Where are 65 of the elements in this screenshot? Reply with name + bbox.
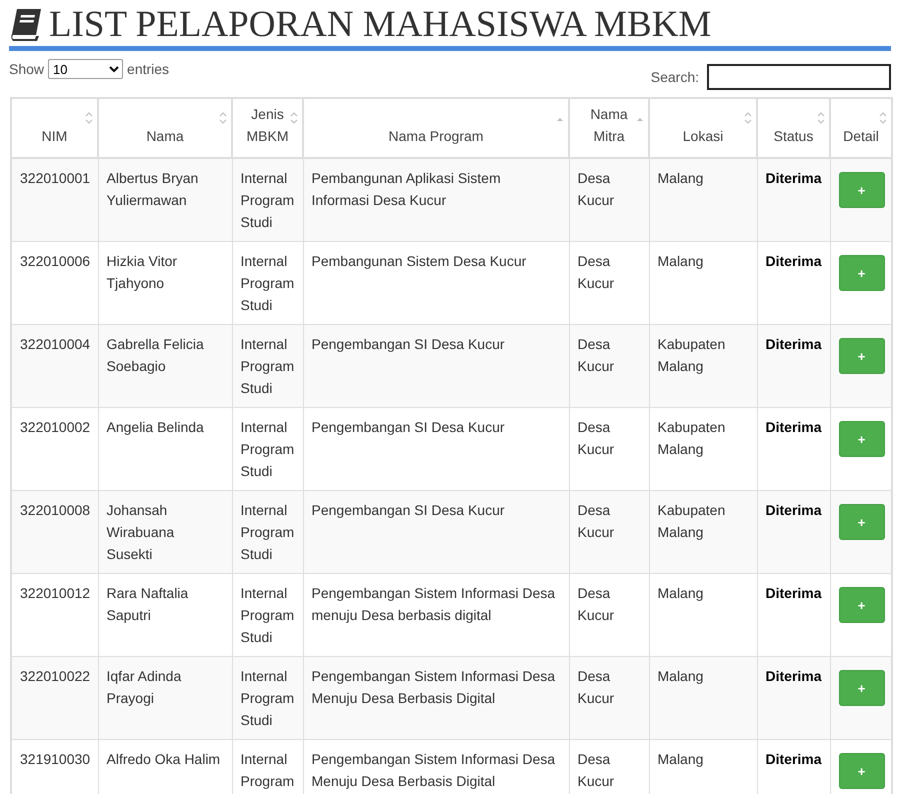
program-cell: Pengembangan SI Desa Kucur <box>303 324 569 408</box>
search-field[interactable] <box>707 64 891 90</box>
name-cell: Gabrella Felicia Soebagio <box>98 324 232 408</box>
nim-cell: 321910030 <box>11 740 98 794</box>
name-cell: Iqfar Adinda Prayogi <box>98 656 232 740</box>
partner-cell: Desa Kucur <box>569 740 649 794</box>
location-cell: Kabupaten Malang <box>649 408 757 490</box>
name-cell: Johansah Wirabuana Susekti <box>98 490 232 574</box>
type-cell: Internal Program Studi <box>232 324 303 408</box>
show-label: Show <box>9 61 44 77</box>
program-cell: Pembangunan Sistem Desa Kucur <box>303 242 569 324</box>
status-cell: Diterima <box>757 574 830 656</box>
program-cell: Pengembangan SI Desa Kucur <box>303 408 569 490</box>
partner-cell: Desa Kucur <box>569 408 649 490</box>
location-cell: Malang <box>649 158 757 242</box>
status-cell: Diterima <box>757 408 830 490</box>
partner-cell: Desa Kucur <box>569 324 649 408</box>
partner-cell: Desa Kucur <box>569 242 649 324</box>
name-cell: Alfredo Oka Halim <box>98 740 232 794</box>
nim-cell: 322010008 <box>11 490 98 574</box>
name-cell: Albertus Bryan Yuliermawan <box>98 158 232 242</box>
nim-cell: 322010022 <box>11 656 98 740</box>
program-cell: Pengembangan SI Desa Kucur <box>303 490 569 574</box>
column-header[interactable]: Nama Program <box>303 98 569 158</box>
status-cell: Diterima <box>757 158 830 242</box>
location-cell: Malang <box>649 740 757 794</box>
type-cell: Internal Program Studi <box>232 656 303 740</box>
page-title: LIST PELAPORAN MAHASISWA MBKM <box>49 2 712 46</box>
name-cell: Angelia Belinda <box>98 408 232 490</box>
partner-cell: Desa Kucur <box>569 490 649 574</box>
entries-select[interactable]: 10 <box>48 59 124 79</box>
program-cell: Pengembangan Sistem Informasi Desa Menuju Desa Berbasis Digital <box>303 656 569 740</box>
program-cell: Pembangunan Aplikasi Sistem Informasi Desa Kucur <box>303 158 569 242</box>
type-cell: Internal Program Studi <box>232 242 303 324</box>
type-cell: Internal Program Studi <box>232 574 303 656</box>
search-label: Search: <box>650 69 699 85</box>
status-cell: Diterima <box>757 490 830 574</box>
status-cell: Diterima <box>757 740 830 794</box>
nim-cell: 322010001 <box>11 158 98 242</box>
nim-cell: 322010006 <box>11 242 98 324</box>
type-cell: Internal Program Studi <box>232 408 303 490</box>
status-cell: Diterima <box>757 242 830 324</box>
program-cell: Pengembangan Sistem Informasi Desa menuju Desa berbasis digital <box>303 574 569 656</box>
status-cell: Diterima <box>757 324 830 408</box>
status-cell: Diterima <box>757 656 830 740</box>
name-cell: Hizkia Vitor Tjahyono <box>98 242 232 324</box>
column-header[interactable]: NIM <box>11 98 98 158</box>
type-cell: Internal Program Studi <box>232 490 303 574</box>
type-cell: Internal Program <box>232 740 303 794</box>
name-cell: Rara Naftalia Saputri <box>98 574 232 656</box>
nim-cell: 322010012 <box>11 574 98 656</box>
location-cell: Kabupaten Malang <box>649 490 757 574</box>
location-cell: Malang <box>649 242 757 324</box>
nim-cell: 322010002 <box>11 408 98 490</box>
location-cell: Malang <box>649 656 757 740</box>
program-cell: Pengembangan Sistem Informasi Desa Menuju Desa Berbasis Digital <box>303 740 569 794</box>
partner-cell: Desa Kucur <box>569 158 649 242</box>
nim-cell: 322010004 <box>11 324 98 408</box>
book-icon <box>9 7 43 41</box>
type-cell: Internal Program Studi <box>232 158 303 242</box>
location-cell: Malang <box>649 574 757 656</box>
partner-cell: Desa Kucur <box>569 656 649 740</box>
location-cell: Kabupaten Malang <box>649 324 757 408</box>
partner-cell: Desa Kucur <box>569 574 649 656</box>
entries-label: entries <box>127 61 170 77</box>
